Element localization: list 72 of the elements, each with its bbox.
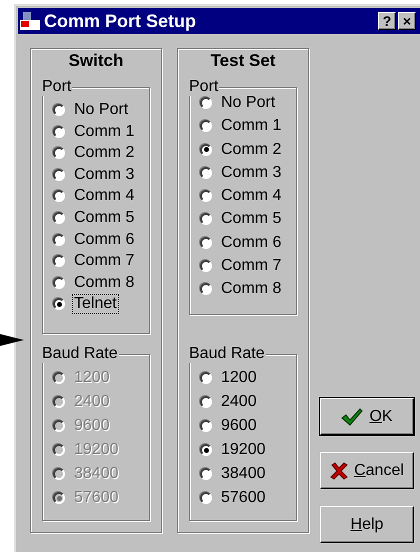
radio-button[interactable] — [200, 213, 212, 226]
radio-label: Comm 2 — [73, 144, 136, 162]
radio-label: 2400 — [220, 393, 258, 411]
panel-title: Switch — [68, 51, 124, 71]
radio-label: No Port — [73, 101, 130, 119]
radio-label: 9600 — [73, 417, 111, 435]
radio-label: Comm 8 — [220, 280, 282, 298]
group-label: Baud Rate — [188, 345, 266, 363]
ok-button[interactable]: OK — [320, 398, 414, 435]
radio-label: Telnet — [73, 295, 118, 314]
radio-label: Comm 5 — [220, 210, 282, 228]
radio-label: Comm 6 — [220, 234, 282, 252]
radio-button[interactable] — [53, 168, 65, 181]
radio-label: Comm 7 — [220, 257, 282, 276]
radio-label: 9600 — [220, 417, 258, 435]
radio-button[interactable] — [200, 420, 212, 432]
radio-label: Comm 8 — [73, 274, 136, 292]
radio-button[interactable] — [53, 255, 65, 268]
close-button[interactable]: × — [398, 12, 416, 30]
radio-button[interactable] — [200, 166, 212, 179]
radio-label: 57600 — [220, 489, 266, 507]
radio-label: Comm 4 — [220, 187, 282, 206]
radio-button[interactable] — [53, 298, 65, 310]
help-button[interactable]: Help — [320, 506, 414, 543]
radio-button[interactable] — [200, 372, 212, 384]
radio-label: Comm 4 — [73, 187, 136, 206]
radio-label: Comm 6 — [73, 230, 136, 249]
help-title-button[interactable]: ? — [378, 12, 396, 30]
radio-label: 1200 — [220, 369, 258, 387]
radio-button[interactable] — [200, 236, 212, 249]
group-label: Baud Rate — [41, 345, 119, 363]
radio-button[interactable] — [200, 468, 212, 480]
radio-button[interactable] — [53, 147, 65, 160]
radio-button[interactable] — [200, 444, 212, 456]
radio-label: 1200 — [73, 369, 111, 387]
app-icon — [20, 12, 40, 30]
x-icon — [330, 462, 348, 480]
radio-button[interactable] — [200, 97, 212, 109]
radio-button[interactable] — [200, 396, 212, 408]
radio-label: 19200 — [73, 441, 120, 459]
radio-button[interactable] — [53, 126, 65, 138]
radio-button[interactable] — [200, 144, 212, 156]
radio-label: 57600 — [73, 489, 120, 507]
radio-label: No Port — [220, 94, 276, 112]
radio-button[interactable] — [200, 283, 212, 296]
radio-button[interactable] — [200, 260, 212, 272]
radio-button[interactable] — [53, 234, 65, 246]
pointer-arrow — [0, 334, 24, 346]
radio-label: Comm 1 — [220, 117, 282, 136]
radio-button[interactable] — [53, 276, 65, 289]
radio-button[interactable] — [200, 190, 212, 202]
check-icon — [341, 408, 364, 426]
cancel-button[interactable]: Cancel — [320, 452, 414, 489]
radio-label: 2400 — [73, 393, 111, 411]
radio-button[interactable] — [200, 492, 212, 504]
radio-label: 38400 — [73, 465, 120, 483]
radio-label: Comm 3 — [73, 166, 136, 184]
radio-button[interactable] — [53, 212, 65, 224]
window-title: Comm Port Setup — [44, 10, 198, 32]
radio-label: Comm 5 — [73, 208, 136, 227]
group-label: Port — [41, 78, 72, 96]
radio-label: Comm 7 — [73, 252, 136, 270]
radio-label: 19200 — [220, 441, 266, 459]
radio-button[interactable] — [53, 190, 65, 202]
radio-button[interactable] — [200, 120, 212, 132]
radio-label: 38400 — [220, 465, 266, 483]
group-label: Port — [188, 78, 220, 96]
radio-label: Comm 1 — [73, 122, 136, 141]
radio-button[interactable] — [53, 104, 65, 116]
radio-label: Comm 2 — [220, 140, 282, 159]
panel-title: Test Set — [210, 51, 276, 71]
radio-label: Comm 3 — [220, 164, 282, 182]
